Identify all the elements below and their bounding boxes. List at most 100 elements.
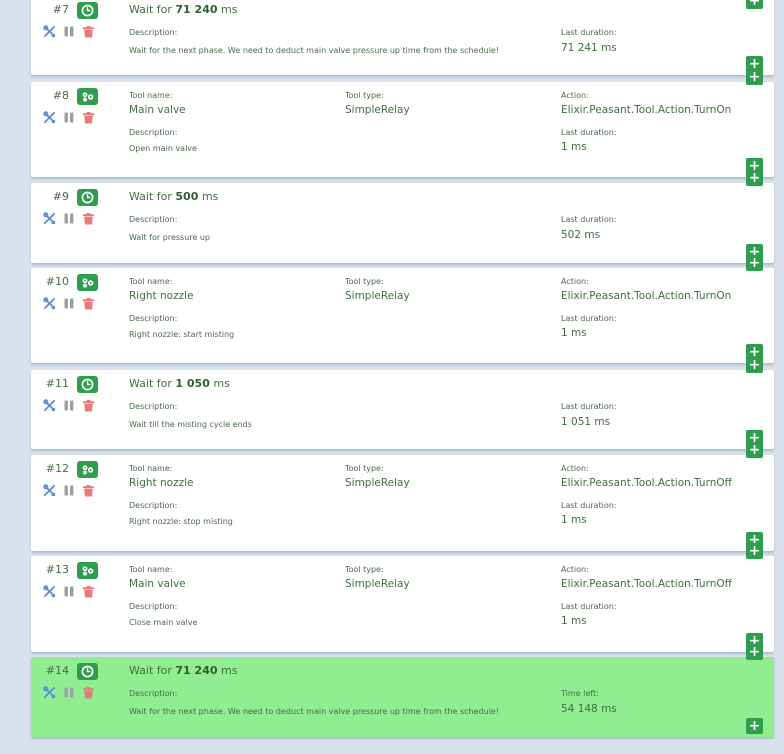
delete-icon[interactable] <box>83 213 94 225</box>
step-card: #8 Tool name: Main valve Tool type: SimpleRe… <box>31 69 774 177</box>
description-label: Description: <box>129 314 178 323</box>
description-text: Wait till the misting cycle ends <box>129 420 252 429</box>
pause-icon[interactable] <box>64 213 74 224</box>
description-text: Wait for the next phase. We need to dedu… <box>129 46 500 55</box>
delete-icon[interactable] <box>83 485 94 497</box>
step-number: #8 <box>52 89 69 102</box>
edit-icon[interactable] <box>43 111 56 124</box>
edit-icon[interactable] <box>43 297 56 310</box>
description-label: Description: <box>129 501 178 510</box>
delete-icon[interactable] <box>83 26 94 38</box>
gears-icon <box>81 464 95 476</box>
add-step-above-button[interactable]: + <box>746 170 763 186</box>
pause-icon[interactable] <box>64 400 74 411</box>
wait-amount: 500 <box>175 190 199 203</box>
add-step-above-button[interactable]: + <box>746 644 763 660</box>
description-text: Wait for pressure up <box>129 233 210 242</box>
pause-icon[interactable] <box>64 485 74 496</box>
step-card: #13 Tool name: Main valve Tool type: SimpleR… <box>31 543 774 652</box>
clock-icon <box>81 378 94 391</box>
pause-icon[interactable] <box>64 26 74 37</box>
tool-type-label: Tool type: <box>345 565 384 574</box>
pause-icon[interactable] <box>64 298 74 309</box>
description-text: Right nozzle: start misting <box>129 330 235 339</box>
delete-icon[interactable] <box>83 687 94 699</box>
duration-label: Last duration: <box>561 28 617 37</box>
step-type-badge <box>77 88 98 105</box>
add-step-above-button[interactable]: + <box>746 0 763 9</box>
step-type-badge <box>77 461 98 478</box>
wait-title: Wait for 1 050 ms <box>129 377 230 390</box>
tool-name-value: Main valve <box>129 104 186 116</box>
tool-type-value: SimpleRelay <box>345 290 410 302</box>
tool-name-label: Tool name: <box>129 91 173 100</box>
step-number: #12 <box>45 462 69 475</box>
duration-value: 502 ms <box>561 229 601 241</box>
step-number: #14 <box>45 664 69 677</box>
delete-icon[interactable] <box>83 586 94 598</box>
duration-value: 1 051 ms <box>561 416 611 428</box>
step-type-badge <box>77 2 98 19</box>
add-step-above-button[interactable]: + <box>746 442 763 458</box>
step-number: #11 <box>45 377 69 390</box>
action-label: Action: <box>561 464 589 473</box>
wait-prefix: Wait for <box>129 190 172 203</box>
delete-icon[interactable] <box>83 400 94 412</box>
tool-type-value: SimpleRelay <box>345 578 410 590</box>
wait-amount: 71 240 <box>175 664 218 677</box>
edit-icon[interactable] <box>43 399 56 412</box>
tool-name-label: Tool name: <box>129 464 173 473</box>
gears-icon <box>81 277 95 289</box>
tool-name-value: Main valve <box>129 578 186 590</box>
step-number: #7 <box>52 3 69 16</box>
description-label: Description: <box>129 128 178 137</box>
clock-icon <box>81 665 94 678</box>
description-text: Wait for the next phase. We need to dedu… <box>129 707 500 716</box>
tool-type-value: SimpleRelay <box>345 477 410 489</box>
duration-value: 1 ms <box>561 141 587 153</box>
edit-icon[interactable] <box>43 585 56 598</box>
add-step-below-button[interactable]: + <box>746 718 763 734</box>
tool-name-label: Tool name: <box>129 565 173 574</box>
wait-amount: 1 050 <box>175 377 210 390</box>
description-label: Description: <box>129 28 178 37</box>
step-card: #10 Tool name: Right nozzle Tool type: Simpl… <box>31 255 774 363</box>
description-label: Description: <box>129 602 178 611</box>
gears-icon <box>81 565 95 577</box>
action-value: Elixir.Peasant.Tool.Action.TurnOn <box>561 104 732 116</box>
wait-amount: 71 240 <box>175 3 218 16</box>
step-type-badge <box>77 274 98 291</box>
add-step-above-button[interactable]: + <box>746 69 763 85</box>
action-label: Action: <box>561 277 589 286</box>
delete-icon[interactable] <box>83 298 94 310</box>
edit-icon[interactable] <box>43 212 56 225</box>
add-step-above-button[interactable]: + <box>746 255 763 271</box>
step-type-badge <box>77 562 98 579</box>
step-type-badge <box>77 189 98 206</box>
pause-icon[interactable] <box>64 687 74 698</box>
wait-prefix: Wait for <box>129 664 172 677</box>
description-text: Open main valve <box>129 144 197 153</box>
step-card: #11 Wait for 1 050 ms Description: Wait til… <box>31 357 774 449</box>
tool-type-value: SimpleRelay <box>345 104 410 116</box>
duration-label: Last duration: <box>561 402 617 411</box>
edit-icon[interactable] <box>43 686 56 699</box>
pause-icon[interactable] <box>64 586 74 597</box>
description-label: Description: <box>129 402 178 411</box>
step-type-badge <box>77 663 98 680</box>
edit-icon[interactable] <box>43 25 56 38</box>
wait-title: Wait for 71 240 ms <box>129 664 237 677</box>
add-step-above-button[interactable]: + <box>746 543 763 559</box>
duration-label: Time left: <box>561 689 599 698</box>
edit-icon[interactable] <box>43 484 56 497</box>
duration-value: 54 148 ms <box>561 703 617 715</box>
step-card: #7 Wait for 71 240 ms Description: Wait for… <box>31 0 774 75</box>
action-value: Elixir.Peasant.Tool.Action.TurnOff <box>561 578 732 590</box>
wait-prefix: Wait for <box>129 3 172 16</box>
wait-unit: ms <box>213 377 230 390</box>
add-step-above-button[interactable]: + <box>746 357 763 373</box>
delete-icon[interactable] <box>83 112 94 124</box>
duration-label: Last duration: <box>561 501 617 510</box>
wait-unit: ms <box>221 664 238 677</box>
pause-icon[interactable] <box>64 112 74 123</box>
